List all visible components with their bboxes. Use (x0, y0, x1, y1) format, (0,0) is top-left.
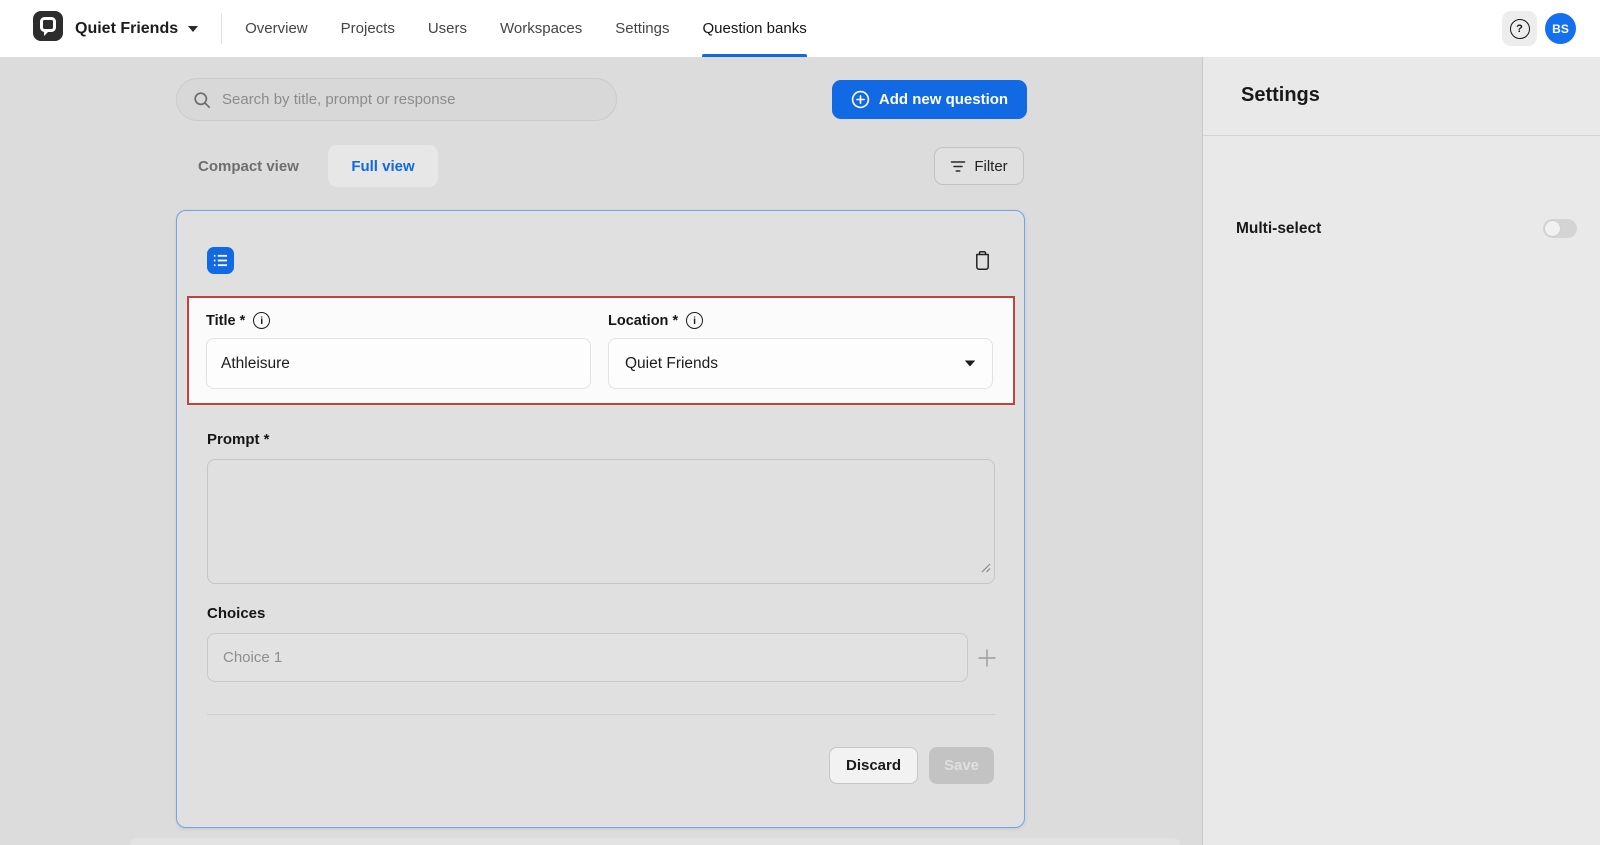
app-logo[interactable] (33, 11, 63, 46)
org-switcher[interactable]: Quiet Friends (75, 20, 199, 38)
title-label-row: Title * i (206, 312, 591, 329)
toggle-knob (1545, 221, 1560, 236)
delete-question-button[interactable] (971, 249, 993, 271)
bulleted-list-icon (213, 254, 228, 267)
multi-select-label: Multi-select (1236, 219, 1322, 237)
org-name: Quiet Friends (75, 19, 179, 37)
settings-panel-divider (1203, 135, 1600, 136)
nav-item-users[interactable]: Users (428, 0, 467, 57)
title-input[interactable] (206, 338, 591, 389)
header-divider (221, 13, 223, 44)
filter-button[interactable]: Filter (934, 147, 1024, 185)
multi-select-toggle[interactable] (1543, 219, 1577, 238)
top-navigation-bar: Quiet Friends Overview Projects Users Wo… (0, 0, 1600, 57)
filter-label: Filter (974, 157, 1008, 175)
header-right-cluster: ? BS (1502, 11, 1576, 46)
nav-item-settings[interactable]: Settings (615, 0, 669, 57)
location-field-group: Location * i Quiet Friends (608, 312, 993, 389)
settings-panel-title: Settings (1241, 84, 1320, 106)
user-avatar[interactable]: BS (1545, 13, 1576, 44)
plus-circle-icon (851, 90, 870, 109)
card-footer-divider (207, 714, 995, 715)
prompt-label: Prompt * (207, 431, 270, 448)
location-select[interactable]: Quiet Friends (608, 338, 993, 389)
nav-item-projects[interactable]: Projects (341, 0, 395, 57)
question-type-button[interactable] (207, 247, 234, 274)
title-label: Title * (206, 312, 246, 329)
trash-icon (973, 250, 992, 271)
multi-select-setting-row: Multi-select (1236, 219, 1577, 238)
title-field-group: Title * i (206, 312, 591, 389)
chevron-down-icon (187, 20, 199, 38)
nav-item-question-banks[interactable]: Question banks (702, 0, 807, 57)
add-new-question-button[interactable]: Add new question (832, 80, 1027, 119)
search-icon (193, 91, 211, 109)
prompt-textarea[interactable] (207, 459, 995, 584)
question-editor-card: Title * i Location * i Quiet Friends P (176, 210, 1025, 828)
location-label: Location * (608, 312, 679, 329)
choice-1-input[interactable] (207, 633, 968, 682)
discard-button[interactable]: Discard (829, 747, 918, 784)
app-root: Quiet Friends Overview Projects Users Wo… (0, 0, 1600, 845)
info-icon[interactable]: i (253, 312, 271, 329)
search-bar (176, 78, 617, 121)
search-input[interactable] (222, 91, 600, 108)
plus-icon (976, 647, 998, 669)
location-select-value: Quiet Friends (625, 354, 719, 372)
add-choice-button[interactable] (976, 647, 998, 669)
nav-item-workspaces[interactable]: Workspaces (500, 0, 582, 57)
question-mark-icon: ? (1509, 18, 1530, 39)
filter-lines-icon (950, 160, 966, 173)
caret-down-icon (964, 360, 976, 367)
info-icon[interactable]: i (686, 312, 704, 329)
add-new-question-label: Add new question (878, 91, 1009, 108)
save-button[interactable]: Save (929, 747, 994, 784)
nav-item-overview[interactable]: Overview (245, 0, 308, 57)
choices-label: Choices (207, 605, 266, 622)
settings-panel: Settings Multi-select (1202, 57, 1600, 845)
tab-compact-view[interactable]: Compact view (198, 145, 299, 187)
annotation-highlight-box: Title * i Location * i Quiet Friends (187, 296, 1015, 405)
help-button[interactable]: ? (1502, 11, 1537, 46)
main-nav: Overview Projects Users Workspaces Setti… (245, 0, 807, 57)
resize-handle-icon[interactable] (980, 560, 991, 578)
tab-full-view[interactable]: Full view (328, 145, 438, 187)
next-card-peek (130, 838, 1180, 845)
chat-bubble-logo-icon (33, 11, 63, 46)
prompt-field-wrap (207, 459, 995, 584)
location-label-row: Location * i (608, 312, 993, 329)
